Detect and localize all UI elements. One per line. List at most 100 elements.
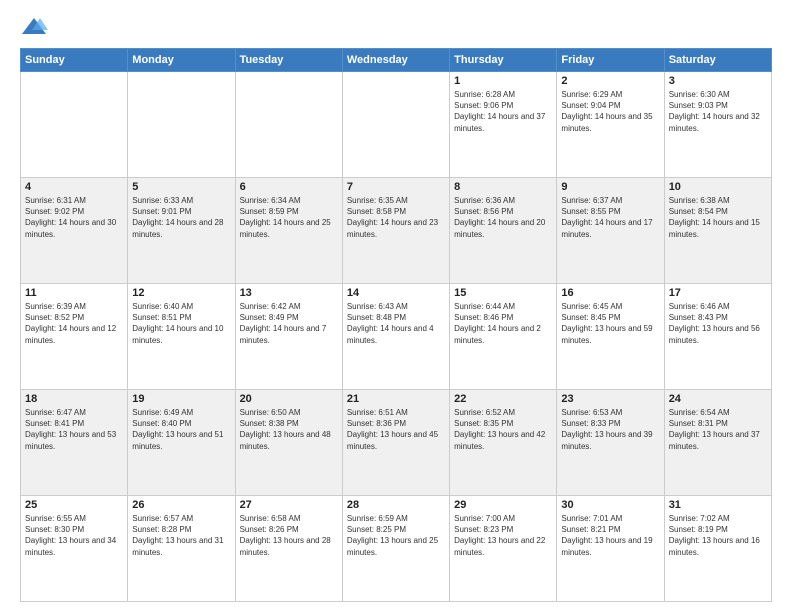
calendar-cell: 26 Sunrise: 6:57 AM Sunset: 8:28 PM Dayli… bbox=[128, 496, 235, 602]
cell-text: Sunrise: 6:35 AM Sunset: 8:58 PM Dayligh… bbox=[347, 195, 445, 240]
day-number: 26 bbox=[132, 499, 230, 511]
cell-text: Sunrise: 6:44 AM Sunset: 8:46 PM Dayligh… bbox=[454, 301, 552, 346]
cell-text: Sunrise: 6:38 AM Sunset: 8:54 PM Dayligh… bbox=[669, 195, 767, 240]
day-number: 4 bbox=[25, 181, 123, 193]
calendar-cell: 19 Sunrise: 6:49 AM Sunset: 8:40 PM Dayli… bbox=[128, 390, 235, 496]
day-number: 14 bbox=[347, 287, 445, 299]
calendar-cell: 3Sunrise: 6:30 AM Sunset: 9:03 PM Daylig… bbox=[664, 72, 771, 178]
day-number: 13 bbox=[240, 287, 338, 299]
day-number: 8 bbox=[454, 181, 552, 193]
calendar-cell: 17 Sunrise: 6:46 AM Sunset: 8:43 PM Dayli… bbox=[664, 284, 771, 390]
cell-text: Sunrise: 6:42 AM Sunset: 8:49 PM Dayligh… bbox=[240, 301, 338, 346]
calendar-cell: 2 Sunrise: 6:29 AM Sunset: 9:04 PM Daylig… bbox=[557, 72, 664, 178]
day-number: 24 bbox=[669, 393, 767, 405]
day-number: 10 bbox=[669, 181, 767, 193]
day-number: 7 bbox=[347, 181, 445, 193]
cell-text: Sunrise: 6:50 AM Sunset: 8:38 PM Dayligh… bbox=[240, 407, 338, 452]
calendar-cell: 7 Sunrise: 6:35 AM Sunset: 8:58 PM Daylig… bbox=[342, 178, 449, 284]
cell-text: Sunrise: 7:01 AM Sunset: 8:21 PM Dayligh… bbox=[561, 513, 659, 558]
day-number: 15 bbox=[454, 287, 552, 299]
day-number: 30 bbox=[561, 499, 659, 511]
calendar-cell: 9 Sunrise: 6:37 AM Sunset: 8:55 PM Daylig… bbox=[557, 178, 664, 284]
calendar-cell: 18 Sunrise: 6:47 AM Sunset: 8:41 PM Dayli… bbox=[21, 390, 128, 496]
day-number: 19 bbox=[132, 393, 230, 405]
calendar-week-row: 11Sunrise: 6:39 AM Sunset: 8:52 PM Dayli… bbox=[21, 284, 772, 390]
calendar-day-header: Wednesday bbox=[342, 49, 449, 72]
day-number: 6 bbox=[240, 181, 338, 193]
calendar-day-header: Tuesday bbox=[235, 49, 342, 72]
calendar-cell bbox=[342, 72, 449, 178]
calendar-week-row: 25Sunrise: 6:55 AM Sunset: 8:30 PM Dayli… bbox=[21, 496, 772, 602]
calendar-cell: 11Sunrise: 6:39 AM Sunset: 8:52 PM Dayli… bbox=[21, 284, 128, 390]
calendar-cell: 21Sunrise: 6:51 AM Sunset: 8:36 PM Dayli… bbox=[342, 390, 449, 496]
calendar-cell: 13 Sunrise: 6:42 AM Sunset: 8:49 PM Dayli… bbox=[235, 284, 342, 390]
cell-text: Sunrise: 6:58 AM Sunset: 8:26 PM Dayligh… bbox=[240, 513, 338, 558]
calendar-week-row: 18 Sunrise: 6:47 AM Sunset: 8:41 PM Dayli… bbox=[21, 390, 772, 496]
calendar-cell: 10 Sunrise: 6:38 AM Sunset: 8:54 PM Dayli… bbox=[664, 178, 771, 284]
day-number: 1 bbox=[454, 75, 552, 87]
cell-text: Sunrise: 6:30 AM Sunset: 9:03 PM Dayligh… bbox=[669, 89, 767, 134]
page: SundayMondayTuesdayWednesdayThursdayFrid… bbox=[0, 0, 792, 612]
calendar-cell: 29 Sunrise: 7:00 AM Sunset: 8:23 PM Dayli… bbox=[450, 496, 557, 602]
calendar-cell: 5Sunrise: 6:33 AM Sunset: 9:01 PM Daylig… bbox=[128, 178, 235, 284]
calendar-cell: 8 Sunrise: 6:36 AM Sunset: 8:56 PM Daylig… bbox=[450, 178, 557, 284]
cell-text: Sunrise: 6:40 AM Sunset: 8:51 PM Dayligh… bbox=[132, 301, 230, 346]
cell-text: Sunrise: 6:45 AM Sunset: 8:45 PM Dayligh… bbox=[561, 301, 659, 346]
calendar-cell: 28Sunrise: 6:59 AM Sunset: 8:25 PM Dayli… bbox=[342, 496, 449, 602]
calendar-header-row: SundayMondayTuesdayWednesdayThursdayFrid… bbox=[21, 49, 772, 72]
cell-text: Sunrise: 6:52 AM Sunset: 8:35 PM Dayligh… bbox=[454, 407, 552, 452]
cell-text: Sunrise: 6:46 AM Sunset: 8:43 PM Dayligh… bbox=[669, 301, 767, 346]
calendar-day-header: Sunday bbox=[21, 49, 128, 72]
cell-text: Sunrise: 6:34 AM Sunset: 8:59 PM Dayligh… bbox=[240, 195, 338, 240]
calendar-cell: 6 Sunrise: 6:34 AM Sunset: 8:59 PM Daylig… bbox=[235, 178, 342, 284]
cell-text: Sunrise: 6:36 AM Sunset: 8:56 PM Dayligh… bbox=[454, 195, 552, 240]
calendar-cell: 16 Sunrise: 6:45 AM Sunset: 8:45 PM Dayli… bbox=[557, 284, 664, 390]
calendar-cell: 22 Sunrise: 6:52 AM Sunset: 8:35 PM Dayli… bbox=[450, 390, 557, 496]
cell-text: Sunrise: 6:28 AM Sunset: 9:06 PM Dayligh… bbox=[454, 89, 552, 134]
calendar-body: 1 Sunrise: 6:28 AM Sunset: 9:06 PM Daylig… bbox=[21, 72, 772, 602]
calendar-cell: 4 Sunrise: 6:31 AM Sunset: 9:02 PM Daylig… bbox=[21, 178, 128, 284]
cell-text: Sunrise: 6:59 AM Sunset: 8:25 PM Dayligh… bbox=[347, 513, 445, 558]
calendar-cell: 27 Sunrise: 6:58 AM Sunset: 8:26 PM Dayli… bbox=[235, 496, 342, 602]
calendar-day-header: Saturday bbox=[664, 49, 771, 72]
day-number: 18 bbox=[25, 393, 123, 405]
day-number: 21 bbox=[347, 393, 445, 405]
cell-text: Sunrise: 6:55 AM Sunset: 8:30 PM Dayligh… bbox=[25, 513, 123, 558]
cell-text: Sunrise: 6:43 AM Sunset: 8:48 PM Dayligh… bbox=[347, 301, 445, 346]
calendar-cell: 24 Sunrise: 6:54 AM Sunset: 8:31 PM Dayli… bbox=[664, 390, 771, 496]
day-number: 31 bbox=[669, 499, 767, 511]
header bbox=[20, 16, 772, 38]
logo-icon bbox=[20, 16, 48, 38]
day-number: 2 bbox=[561, 75, 659, 87]
calendar-cell: 14 Sunrise: 6:43 AM Sunset: 8:48 PM Dayli… bbox=[342, 284, 449, 390]
calendar-day-header: Thursday bbox=[450, 49, 557, 72]
day-number: 16 bbox=[561, 287, 659, 299]
day-number: 17 bbox=[669, 287, 767, 299]
calendar-cell: 12Sunrise: 6:40 AM Sunset: 8:51 PM Dayli… bbox=[128, 284, 235, 390]
calendar-cell bbox=[128, 72, 235, 178]
day-number: 5 bbox=[132, 181, 230, 193]
calendar-cell bbox=[21, 72, 128, 178]
cell-text: Sunrise: 6:37 AM Sunset: 8:55 PM Dayligh… bbox=[561, 195, 659, 240]
cell-text: Sunrise: 6:29 AM Sunset: 9:04 PM Dayligh… bbox=[561, 89, 659, 134]
cell-text: Sunrise: 6:31 AM Sunset: 9:02 PM Dayligh… bbox=[25, 195, 123, 240]
day-number: 29 bbox=[454, 499, 552, 511]
day-number: 22 bbox=[454, 393, 552, 405]
calendar-day-header: Friday bbox=[557, 49, 664, 72]
calendar-day-header: Monday bbox=[128, 49, 235, 72]
cell-text: Sunrise: 6:57 AM Sunset: 8:28 PM Dayligh… bbox=[132, 513, 230, 558]
cell-text: Sunrise: 6:47 AM Sunset: 8:41 PM Dayligh… bbox=[25, 407, 123, 452]
cell-text: Sunrise: 7:00 AM Sunset: 8:23 PM Dayligh… bbox=[454, 513, 552, 558]
day-number: 27 bbox=[240, 499, 338, 511]
calendar-cell: 31Sunrise: 7:02 AM Sunset: 8:19 PM Dayli… bbox=[664, 496, 771, 602]
cell-text: Sunrise: 6:49 AM Sunset: 8:40 PM Dayligh… bbox=[132, 407, 230, 452]
day-number: 23 bbox=[561, 393, 659, 405]
calendar-week-row: 4 Sunrise: 6:31 AM Sunset: 9:02 PM Daylig… bbox=[21, 178, 772, 284]
day-number: 9 bbox=[561, 181, 659, 193]
calendar-table: SundayMondayTuesdayWednesdayThursdayFrid… bbox=[20, 48, 772, 602]
day-number: 11 bbox=[25, 287, 123, 299]
calendar-cell: 15 Sunrise: 6:44 AM Sunset: 8:46 PM Dayli… bbox=[450, 284, 557, 390]
calendar-cell bbox=[235, 72, 342, 178]
cell-text: Sunrise: 6:54 AM Sunset: 8:31 PM Dayligh… bbox=[669, 407, 767, 452]
logo bbox=[20, 16, 52, 38]
